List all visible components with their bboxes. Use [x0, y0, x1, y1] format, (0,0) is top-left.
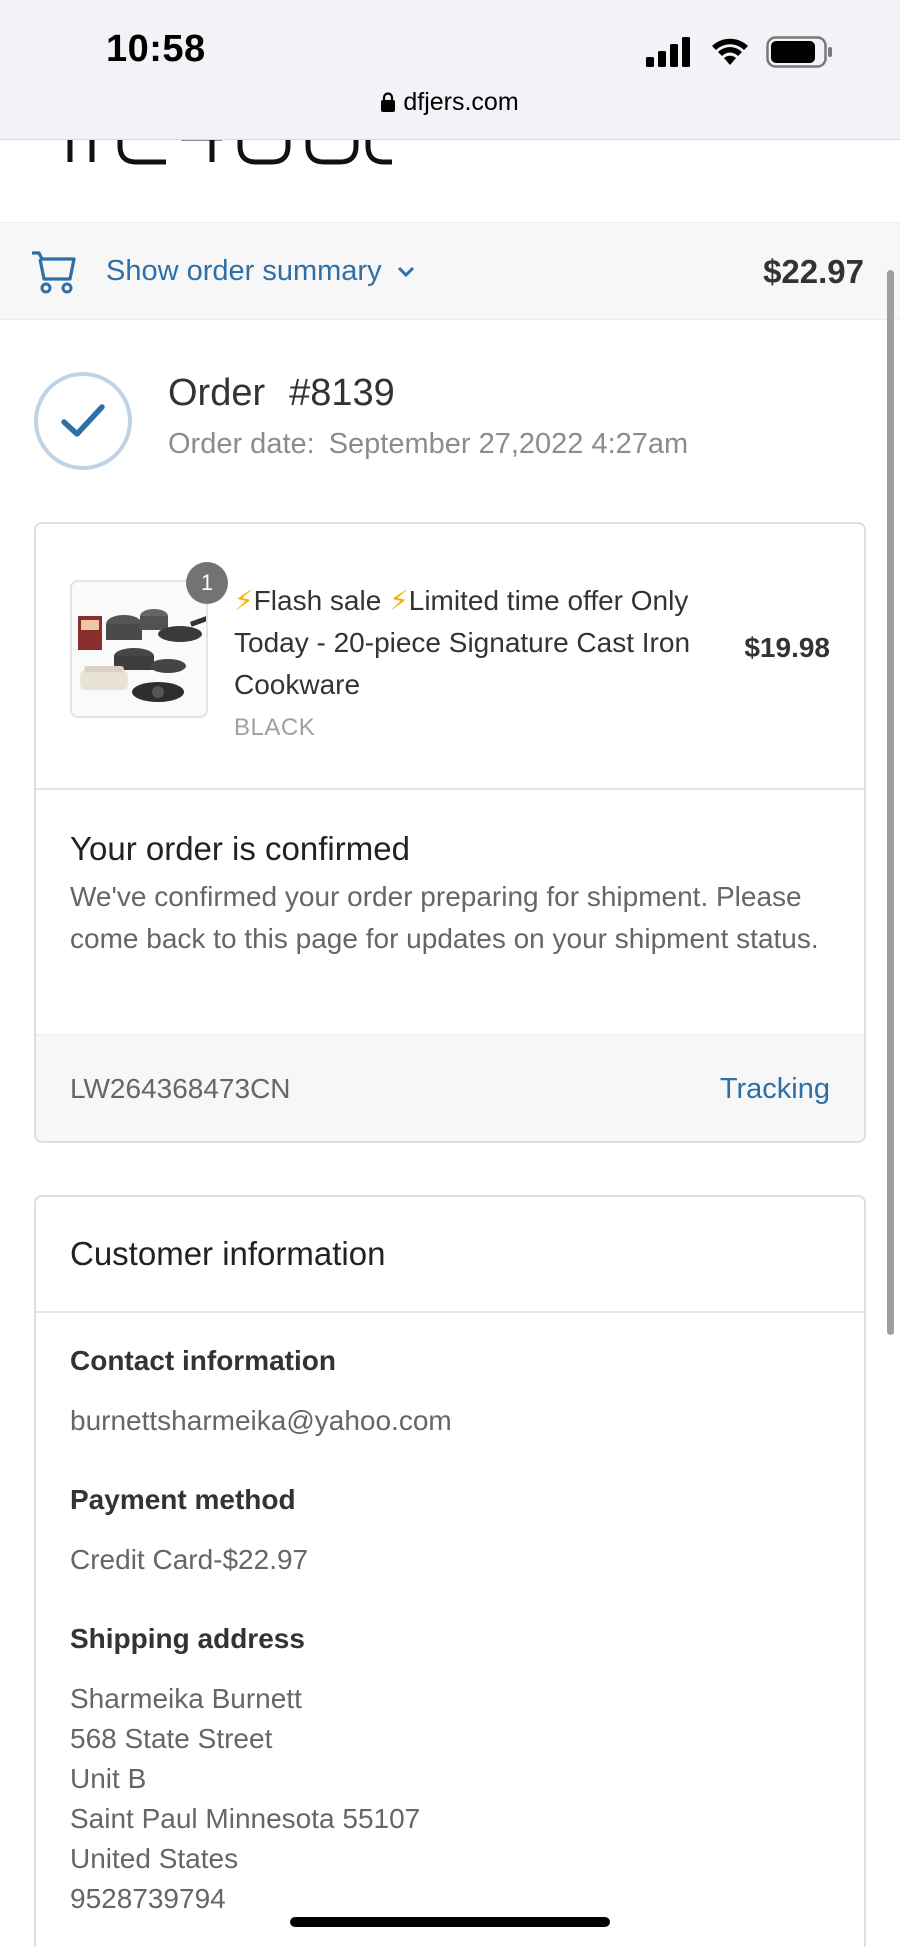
order-confirmed-check — [34, 372, 132, 470]
product-price: $19.98 — [744, 632, 830, 663]
contact-email: burnettsharmeika@yahoo.com — [70, 1405, 452, 1436]
shipping-name: Sharmeika Burnett — [70, 1683, 302, 1714]
confirmation-title: Your order is confirmed — [70, 830, 410, 867]
status-bar: 10:58 dfjers.com — [0, 0, 900, 140]
confirmation-message: We've confirmed your order preparing for… — [70, 881, 819, 954]
tracking-number: LW264368473CN — [70, 1073, 291, 1104]
product-thumbnail — [70, 580, 208, 718]
checkmark-icon — [61, 404, 105, 437]
quantity-badge: 1 — [186, 562, 228, 604]
order-summary-bar[interactable]: Show order summary $22.97 — [0, 222, 900, 320]
product-line-item: 1 ⚡Flash sale ⚡Limited time offer Only T… — [36, 524, 864, 790]
url-text: dfjers.com — [403, 88, 519, 116]
lock-icon — [381, 92, 396, 112]
payment-method-value: Credit Card-$22.97 — [70, 1544, 309, 1575]
product-variant: BLACK — [234, 714, 316, 741]
shipping-address: Sharmeika Burnett 568 State Street Unit … — [70, 1679, 420, 1919]
shipping-phone: 9528739794 — [70, 1883, 226, 1914]
customer-information-card: Customer information Contact information… — [34, 1195, 866, 1947]
battery-icon — [766, 36, 832, 68]
chevron-down-icon — [397, 266, 414, 277]
tracking-row: LW264368473CN Tracking — [36, 1034, 864, 1141]
show-order-summary-label: Show order summary — [106, 255, 382, 287]
show-order-summary-toggle[interactable]: Show order summary — [106, 255, 416, 288]
order-summary-total: $22.97 — [763, 253, 864, 290]
status-time: 10:58 — [106, 28, 206, 70]
wifi-icon — [712, 38, 748, 65]
order-date-value: September 27,2022 4:27am — [328, 428, 689, 460]
cellular-signal-icon — [646, 37, 690, 67]
shipping-street: 568 State Street — [70, 1723, 273, 1754]
order-date: Order date: September 27,2022 4:27am — [168, 428, 688, 461]
status-icons — [646, 36, 834, 68]
contact-info-label: Contact information — [70, 1345, 336, 1376]
home-indicator[interactable] — [290, 1917, 610, 1927]
shipping-city-state-zip: Saint Paul Minnesota 55107 — [70, 1803, 421, 1834]
divider — [36, 1311, 864, 1313]
product-name: ⚡Flash sale ⚡Limited time offer Only Tod… — [234, 585, 691, 700]
shipping-unit: Unit B — [70, 1763, 147, 1794]
order-status-card: 1 ⚡Flash sale ⚡Limited time offer Only T… — [34, 522, 866, 1143]
payment-method-label: Payment method — [70, 1484, 296, 1515]
order-date-label: Order date: — [168, 428, 315, 460]
lightning-bolt-icon: ⚡ — [234, 585, 254, 616]
order-title: Order #8139 — [168, 372, 395, 415]
customer-information-title: Customer information — [70, 1235, 386, 1272]
order-label: Order — [168, 372, 266, 414]
shipping-country: United States — [70, 1843, 239, 1874]
address-bar[interactable]: dfjers.com — [0, 88, 900, 117]
lightning-bolt-icon: ⚡ — [389, 585, 409, 616]
page-scrollbar[interactable] — [887, 270, 894, 1335]
cart-icon — [32, 251, 76, 294]
shipping-address-label: Shipping address — [70, 1623, 305, 1654]
tracking-link[interactable]: Tracking — [720, 1073, 830, 1106]
order-number: #8139 — [289, 372, 395, 414]
